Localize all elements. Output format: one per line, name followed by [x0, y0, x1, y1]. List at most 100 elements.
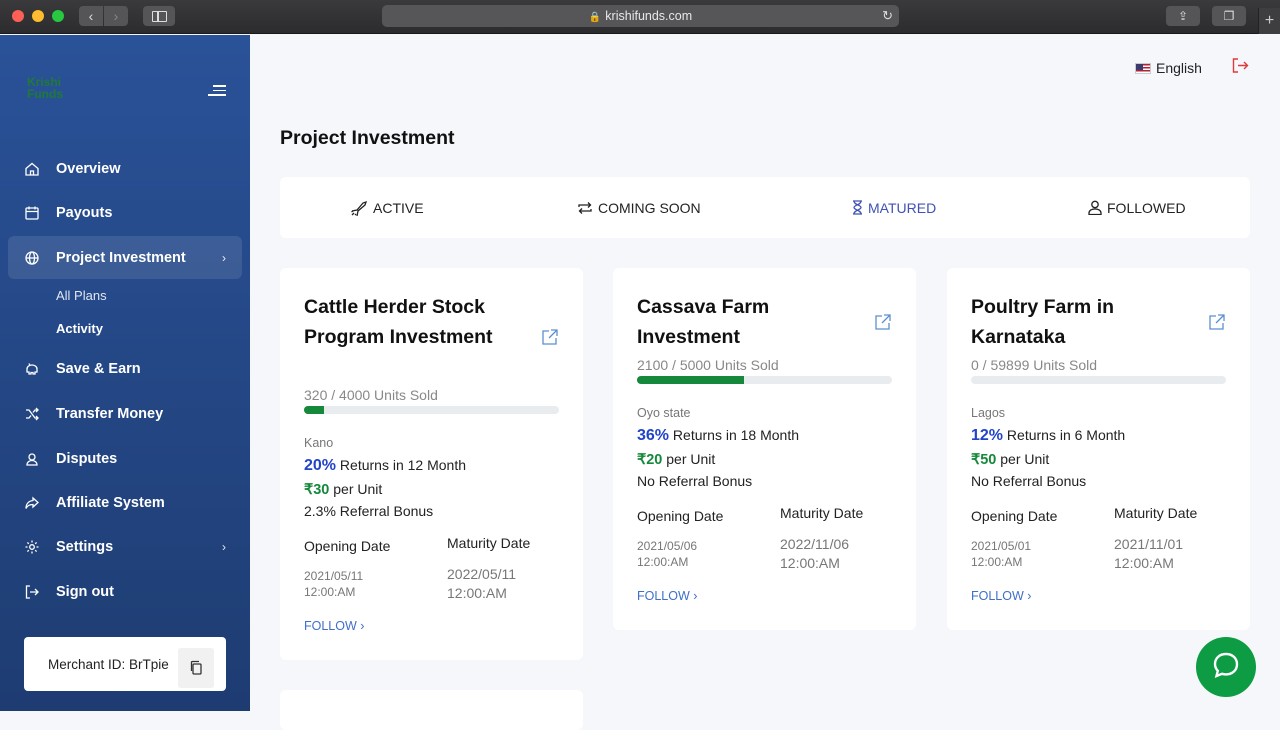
units-progress-bar: [304, 406, 559, 414]
unit-price: ₹50 per Unit: [971, 451, 1049, 468]
sidebar-item-label: Payouts: [56, 204, 113, 221]
returns-text: Returns in 6 Month: [1006, 427, 1126, 443]
sidebar-item-settings[interactable]: Settings ›: [8, 525, 242, 568]
chat-bubble-icon: [1211, 650, 1241, 685]
chevron-right-icon: ›: [360, 619, 365, 633]
main-content: English Project Investment ACTIVE COMING…: [250, 35, 1280, 730]
merchant-id-box: Merchant ID: BrTpie: [24, 637, 226, 691]
location: Lagos: [971, 406, 1006, 420]
tab-active[interactable]: ACTIVE: [350, 177, 424, 238]
hourglass-icon: [852, 200, 863, 215]
follow-label: FOLLOW: [637, 589, 690, 603]
sidebar-item-affiliate-system[interactable]: Affiliate System: [8, 481, 242, 524]
returns: 12% Returns in 6 Month: [971, 427, 1125, 445]
back-button[interactable]: ‹: [79, 6, 103, 26]
sidebar-item-disputes[interactable]: Disputes: [8, 437, 242, 480]
share-arrow-icon: [23, 494, 41, 512]
investment-card-partial: [280, 690, 583, 730]
tab-followed[interactable]: FOLLOWED: [1088, 177, 1186, 238]
maturity-date-value: 2022/05/11 12:00:AM: [447, 565, 516, 603]
follow-label: FOLLOW: [971, 589, 1024, 603]
chat-button[interactable]: [1196, 637, 1256, 697]
submenu-all-plans[interactable]: All Plans: [56, 288, 107, 303]
sidebar-item-label: Overview: [56, 160, 121, 177]
investment-card: Cattle Herder Stock Program Investment 3…: [280, 268, 583, 660]
menu-toggle-icon[interactable]: [208, 85, 226, 97]
rocket-icon: [350, 200, 368, 216]
tab-overview-button[interactable]: ❐: [1212, 6, 1246, 26]
url-text: krishifunds.com: [605, 9, 693, 23]
reload-icon[interactable]: ↻: [882, 5, 893, 27]
chevron-right-icon: ›: [1027, 589, 1032, 603]
investment-card: Cassava Farm Investment 2100 / 5000 Unit…: [613, 268, 916, 630]
sidebar-item-payouts[interactable]: Payouts: [8, 191, 242, 234]
sidebar-item-sign-out[interactable]: Sign out: [8, 570, 242, 613]
returns-percent: 36%: [637, 427, 670, 444]
tab-label: FOLLOWED: [1107, 199, 1186, 216]
sidebar-item-transfer-money[interactable]: Transfer Money: [8, 392, 242, 435]
units-progress-bar: [637, 376, 892, 384]
opening-date: 2021/05/01: [971, 539, 1032, 553]
sidebar-item-save-earn[interactable]: Save & Earn: [8, 347, 242, 390]
progress-fill: [304, 406, 325, 414]
forward-button[interactable]: ›: [104, 6, 128, 26]
unit-price: ₹30 per Unit: [304, 481, 382, 498]
sidebar-item-label: Project Investment: [56, 249, 186, 266]
merchant-id-text: Merchant ID: BrTpie: [48, 656, 169, 672]
sidebar-item-project-investment[interactable]: Project Investment ›: [8, 236, 242, 279]
external-link-icon[interactable]: [1208, 313, 1226, 336]
units-sold: 2100 / 5000 Units Sold: [637, 357, 779, 373]
follow-link[interactable]: FOLLOW ›: [971, 589, 1031, 603]
maturity-date-label: Maturity Date: [1114, 505, 1198, 521]
opening-date: 2021/05/11: [304, 569, 364, 583]
maturity-date-label: Maturity Date: [447, 535, 531, 551]
maturity-date-value: 2021/11/01 12:00:AM: [1114, 535, 1183, 573]
copy-icon[interactable]: [178, 648, 214, 688]
new-tab-button[interactable]: +: [1258, 8, 1280, 34]
close-window-button[interactable]: [12, 10, 24, 22]
tab-matured[interactable]: MATURED: [852, 177, 936, 238]
zoom-window-button[interactable]: [52, 10, 64, 22]
repeat-icon: [577, 201, 593, 215]
tab-coming-soon[interactable]: COMING SOON: [577, 177, 701, 238]
chevron-right-icon: ›: [693, 589, 698, 603]
progress-fill: [637, 376, 745, 384]
location: Kano: [304, 436, 334, 450]
submenu-activity[interactable]: Activity: [56, 321, 103, 336]
chevron-right-icon: ›: [222, 539, 226, 554]
units-sold: 0 / 59899 Units Sold: [971, 357, 1098, 373]
card-title: Cassava Farm Investment: [637, 296, 770, 348]
maturity-date-label: Maturity Date: [780, 505, 864, 521]
external-link-icon[interactable]: [874, 313, 892, 336]
address-bar[interactable]: 🔒 krishifunds.com ↻: [382, 5, 899, 27]
external-link-icon[interactable]: [541, 328, 559, 351]
share-button[interactable]: ⇪: [1166, 6, 1200, 26]
unit-price: ₹20 per Unit: [637, 451, 715, 468]
returns: 36% Returns in 18 Month: [637, 427, 799, 445]
home-icon: [23, 160, 41, 178]
maturity-time: 12:00:AM: [447, 585, 507, 601]
units-sold: 320 / 4000 Units Sold: [304, 387, 438, 403]
sidebar-item-overview[interactable]: Overview: [8, 147, 242, 190]
follow-link[interactable]: FOLLOW ›: [637, 589, 697, 603]
sidebar-toggle-button[interactable]: [143, 6, 175, 26]
logout-icon[interactable]: [1232, 58, 1249, 78]
us-flag-icon: [1135, 62, 1151, 74]
price-text: per Unit: [1000, 451, 1050, 467]
globe-icon: [23, 249, 41, 267]
language-selector[interactable]: English: [1135, 60, 1202, 76]
minimize-window-button[interactable]: [32, 10, 44, 22]
opening-time: 12:00:AM: [304, 585, 356, 599]
returns-text: Returns in 12 Month: [339, 457, 466, 473]
gear-icon: [23, 538, 41, 556]
logout-icon: [23, 583, 41, 601]
sidebar-item-label: Transfer Money: [56, 405, 164, 422]
card-title: Cattle Herder Stock Program Investment: [304, 296, 493, 348]
status-tabs: ACTIVE COMING SOON MATURED FOLLOWED: [280, 177, 1250, 238]
logo[interactable]: Krishi Funds: [27, 76, 87, 100]
lock-icon: 🔒: [588, 12, 602, 23]
follow-link[interactable]: FOLLOW ›: [304, 619, 364, 633]
returns-percent: 12%: [971, 427, 1004, 444]
investment-card: Poultry Farm in Karnataka 0 / 59899 Unit…: [947, 268, 1250, 630]
sidebar-item-label: Save & Earn: [56, 360, 141, 377]
